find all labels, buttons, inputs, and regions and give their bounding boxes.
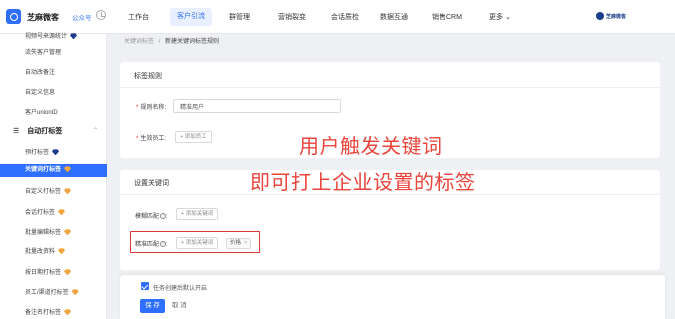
keyword-tag-text: 价格 [230, 240, 242, 246]
nav-customer-acquisition[interactable]: 客户引流 [170, 8, 212, 26]
section-divider [120, 87, 660, 88]
chevron-up-icon[interactable]: ⌃ [93, 127, 98, 134]
sidebar-item-session-tagging[interactable]: 会话打标签 [25, 207, 66, 216]
app-logo[interactable] [6, 9, 21, 24]
sidebar-item-staff-channel-tagging[interactable]: 员工/渠道打标签 [25, 287, 79, 296]
annotation-line-1: 用户触发关键词 [299, 136, 443, 158]
section-title-tag-rules: 标签规则 [134, 73, 162, 80]
sidebar-group-label: 自动打标签 [27, 128, 63, 135]
premium-diamond-icon [70, 33, 78, 40]
nav-data-sync[interactable]: 数据互通 [380, 12, 408, 22]
exact-match-label: 精准匹配?: [135, 241, 168, 248]
sidebar-item-video-source-stats[interactable]: 视频号来源统计 [25, 31, 78, 40]
sidebar-item-custom-info[interactable]: 自定义信息 [25, 87, 55, 96]
add-fuzzy-keyword-button[interactable]: + 添加关键词 [176, 208, 219, 220]
breadcrumb-parent-link[interactable]: 关键词标签 [124, 39, 154, 45]
user-avatar [596, 12, 604, 20]
premium-diamond-icon [71, 289, 79, 296]
sidebar-item-label: 自定义打标签 [25, 189, 62, 195]
nav-sales-crm[interactable]: 销售CRM [432, 12, 462, 22]
nav-more[interactable]: 更多 ⌄ [489, 12, 511, 22]
nav-session-inspection[interactable]: 会话质检 [331, 12, 359, 22]
annotation-line-2: 即可打上企业设置的标签 [250, 172, 476, 194]
breadcrumb: 关键词标签 / 新建关键词标签规则 [124, 36, 219, 45]
sidebar-item-label: 预打标签 [25, 150, 50, 156]
sidebar-item-customer-unionid[interactable]: 客户unionID [25, 107, 58, 116]
sidebar-item-keyword-tagging[interactable]: 关键词打标签 [0, 164, 107, 177]
sidebar-item-label: 视频号来源统计 [25, 34, 68, 40]
sidebar-item-label: 批量编辑标签 [25, 230, 62, 236]
premium-diamond-icon [58, 248, 66, 255]
premium-diamond-icon [64, 309, 72, 316]
rule-name-input[interactable] [173, 99, 341, 113]
clock-icon[interactable] [96, 10, 106, 20]
close-icon[interactable]: × [244, 240, 247, 246]
premium-diamond-icon [64, 229, 72, 236]
sidebar-item-remark-tagging[interactable]: 备注名打标签 [25, 307, 72, 316]
rule-name-label: * 规则名称: [136, 105, 167, 111]
fuzzy-match-label: 模糊匹配?: [135, 213, 168, 220]
sidebar-item-label: 备注名打标签 [25, 310, 62, 316]
sidebar-item-label: 员工/渠道打标签 [25, 290, 69, 296]
sidebar-item-pre-tagging[interactable]: 预打标签 [25, 147, 60, 156]
form-footer: 任务创建后默认开启 保 存 取 消 [120, 275, 665, 319]
sidebar-item-label: 批量改资料 [25, 249, 56, 255]
sidebar-group-icon: ☰ [13, 128, 20, 135]
nav-marketing-fission[interactable]: 营销裂变 [278, 12, 306, 22]
sidebar-item-lost-customers[interactable]: 流失客户管理 [25, 47, 61, 56]
save-button[interactable]: 保 存 [140, 299, 165, 313]
keyword-tag: 价格 × [226, 238, 252, 249]
premium-diamond-icon [58, 209, 66, 216]
nav-workbench[interactable]: 工作台 [128, 12, 149, 22]
top-nav-bar: 芝麻微客 公众号 工作台 客户引流 群管理 营销裂变 会话质检 数据互通 销售C… [0, 0, 675, 34]
help-icon[interactable]: ? [160, 213, 167, 220]
premium-diamond-icon [52, 149, 60, 156]
sidebar-item-label: 会话打标签 [25, 210, 56, 216]
sidebar-item-label: 关键词打标签 [25, 167, 62, 173]
breadcrumb-current: 新建关键词标签规则 [165, 39, 220, 45]
gzh-switch-link[interactable]: 公众号 [72, 12, 92, 22]
premium-diamond-icon [64, 269, 72, 276]
app-title: 芝麻微客 [27, 13, 59, 22]
sidebar: 视频号来源统计 流失客户管理 自动改备注 自定义信息 客户unionID ☰ 自动… [0, 31, 107, 319]
add-exact-keyword-button[interactable]: + 添加关键词 [176, 237, 219, 249]
section-title-keywords: 设置关键词 [134, 180, 169, 187]
sidebar-item-date-tagging[interactable]: 按日期打标签 [25, 267, 72, 276]
premium-diamond-icon [64, 188, 72, 195]
user-name: 芝麻微客 [606, 14, 627, 20]
sidebar-item-batch-edit-tags[interactable]: 批量编辑标签 [25, 227, 72, 236]
add-staff-button[interactable]: + 添加员工 [175, 131, 212, 143]
sidebar-item-auto-remark[interactable]: 自动改备注 [25, 67, 55, 76]
sidebar-item-custom-tagging[interactable]: 自定义打标签 [25, 186, 72, 195]
premium-diamond-icon [64, 166, 72, 173]
nav-group-management[interactable]: 群管理 [229, 12, 250, 22]
staff-label: * 生效员工: [136, 136, 167, 142]
sidebar-item-label: 按日期打标签 [25, 270, 62, 276]
sidebar-item-batch-edit-profile[interactable]: 批量改资料 [25, 246, 66, 255]
default-enable-checkbox[interactable] [141, 282, 149, 290]
breadcrumb-separator: / [158, 39, 161, 45]
help-icon[interactable]: ? [160, 241, 167, 248]
sidebar-group-auto-tagging[interactable]: ☰ 自动打标签 [13, 126, 62, 136]
cancel-button[interactable]: 取 消 [172, 299, 187, 313]
default-enable-label: 任务创建后默认开启 [153, 286, 208, 292]
user-menu[interactable]: 芝麻微客 [596, 11, 646, 23]
